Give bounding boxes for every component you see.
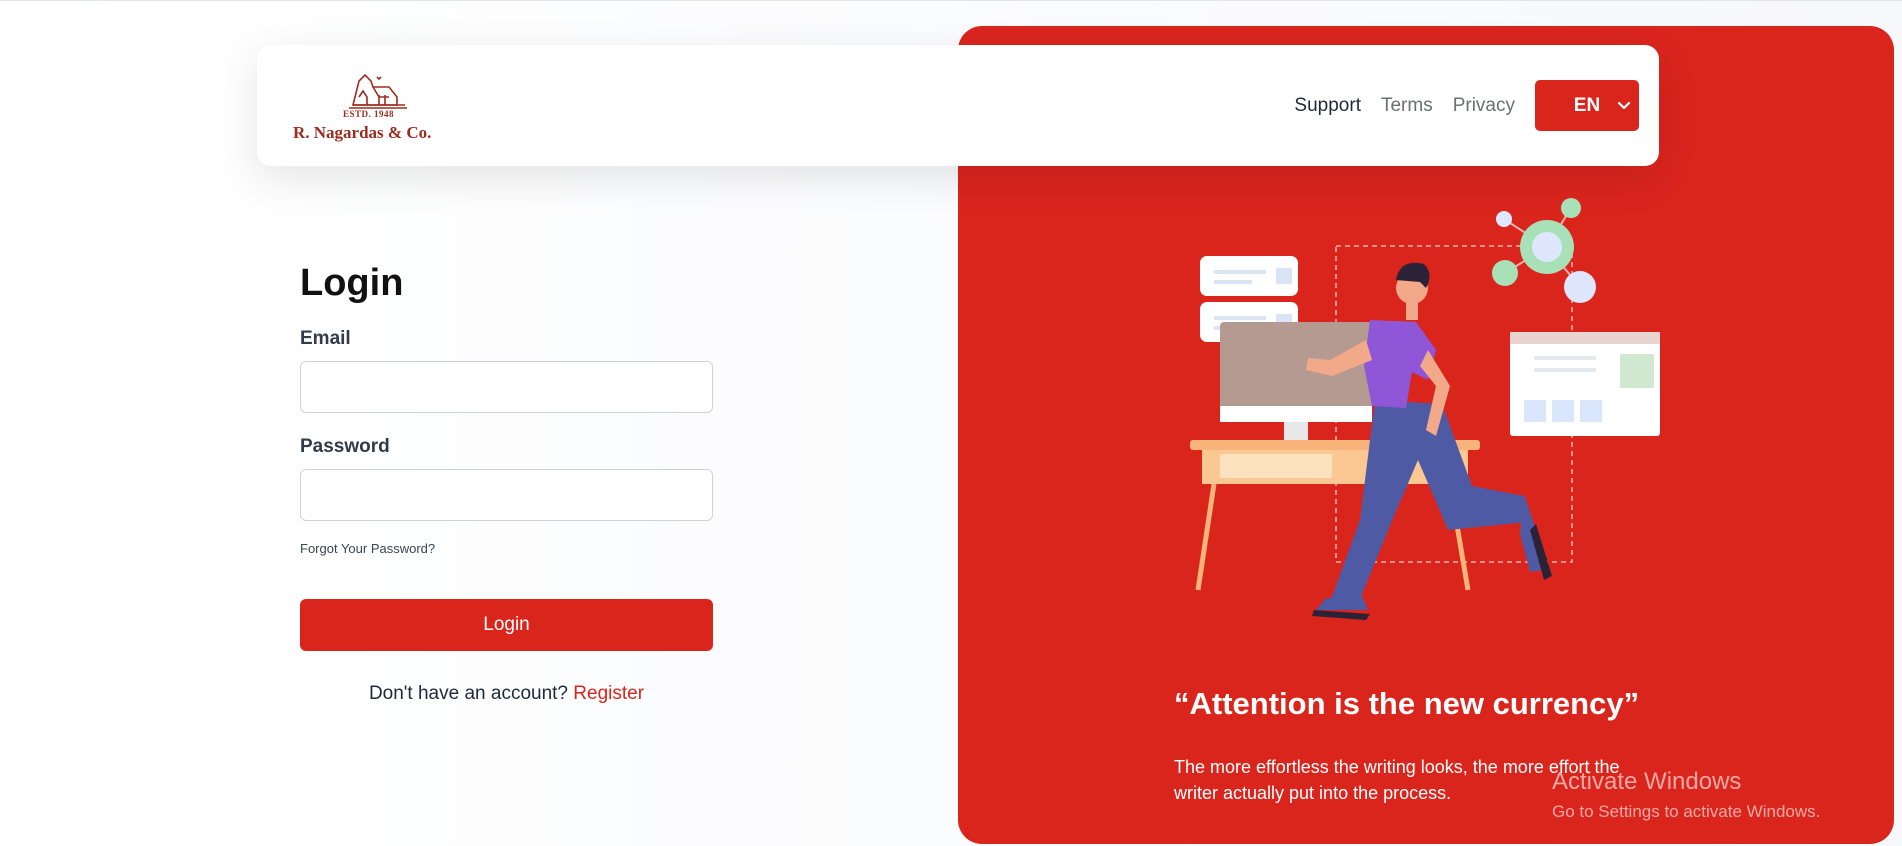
- language-selected-value: EN: [1573, 94, 1601, 116]
- register-link[interactable]: Register: [573, 683, 644, 704]
- nav-privacy-link[interactable]: Privacy: [1453, 81, 1515, 131]
- email-input[interactable]: [300, 361, 713, 413]
- hero-quote: “Attention is the new currency”: [1174, 686, 1640, 721]
- login-button[interactable]: Login: [300, 599, 713, 651]
- activate-windows-subtitle: Go to Settings to activate Windows.: [1552, 802, 1821, 821]
- activate-windows-watermark: Activate Windows Go to Settings to activ…: [1552, 768, 1820, 822]
- chevron-down-icon: [1617, 101, 1631, 110]
- forgot-password-link[interactable]: Forgot Your Password?: [300, 541, 435, 556]
- header-bar: ESTD. 1948 R. Nagardas & Co. Support Ter…: [257, 45, 1659, 166]
- top-divider: [0, 0, 1902, 1]
- nav-terms-link[interactable]: Terms: [1381, 81, 1433, 131]
- password-label: Password: [300, 436, 390, 457]
- building-logo-icon: [349, 73, 407, 109]
- no-account-text: Don't have an account?: [368, 683, 574, 704]
- person-running-desk-illustration: [1190, 198, 1660, 620]
- company-logo[interactable]: ESTD. 1948 R. Nagardas & Co.: [293, 67, 453, 147]
- email-label: Email: [300, 328, 351, 349]
- logo-estd-text: ESTD. 1948: [343, 109, 395, 119]
- logo-company-name: R. Nagardas & Co.: [293, 123, 432, 142]
- activate-windows-title: Activate Windows: [1552, 768, 1742, 795]
- nav-support-link[interactable]: Support: [1294, 81, 1361, 131]
- language-select[interactable]: EN: [1535, 80, 1639, 131]
- password-input[interactable]: [300, 469, 713, 521]
- register-prompt: Don't have an account? Register: [300, 683, 713, 705]
- header-nav: Support Terms Privacy EN: [1274, 80, 1639, 131]
- login-heading: Login: [300, 262, 404, 304]
